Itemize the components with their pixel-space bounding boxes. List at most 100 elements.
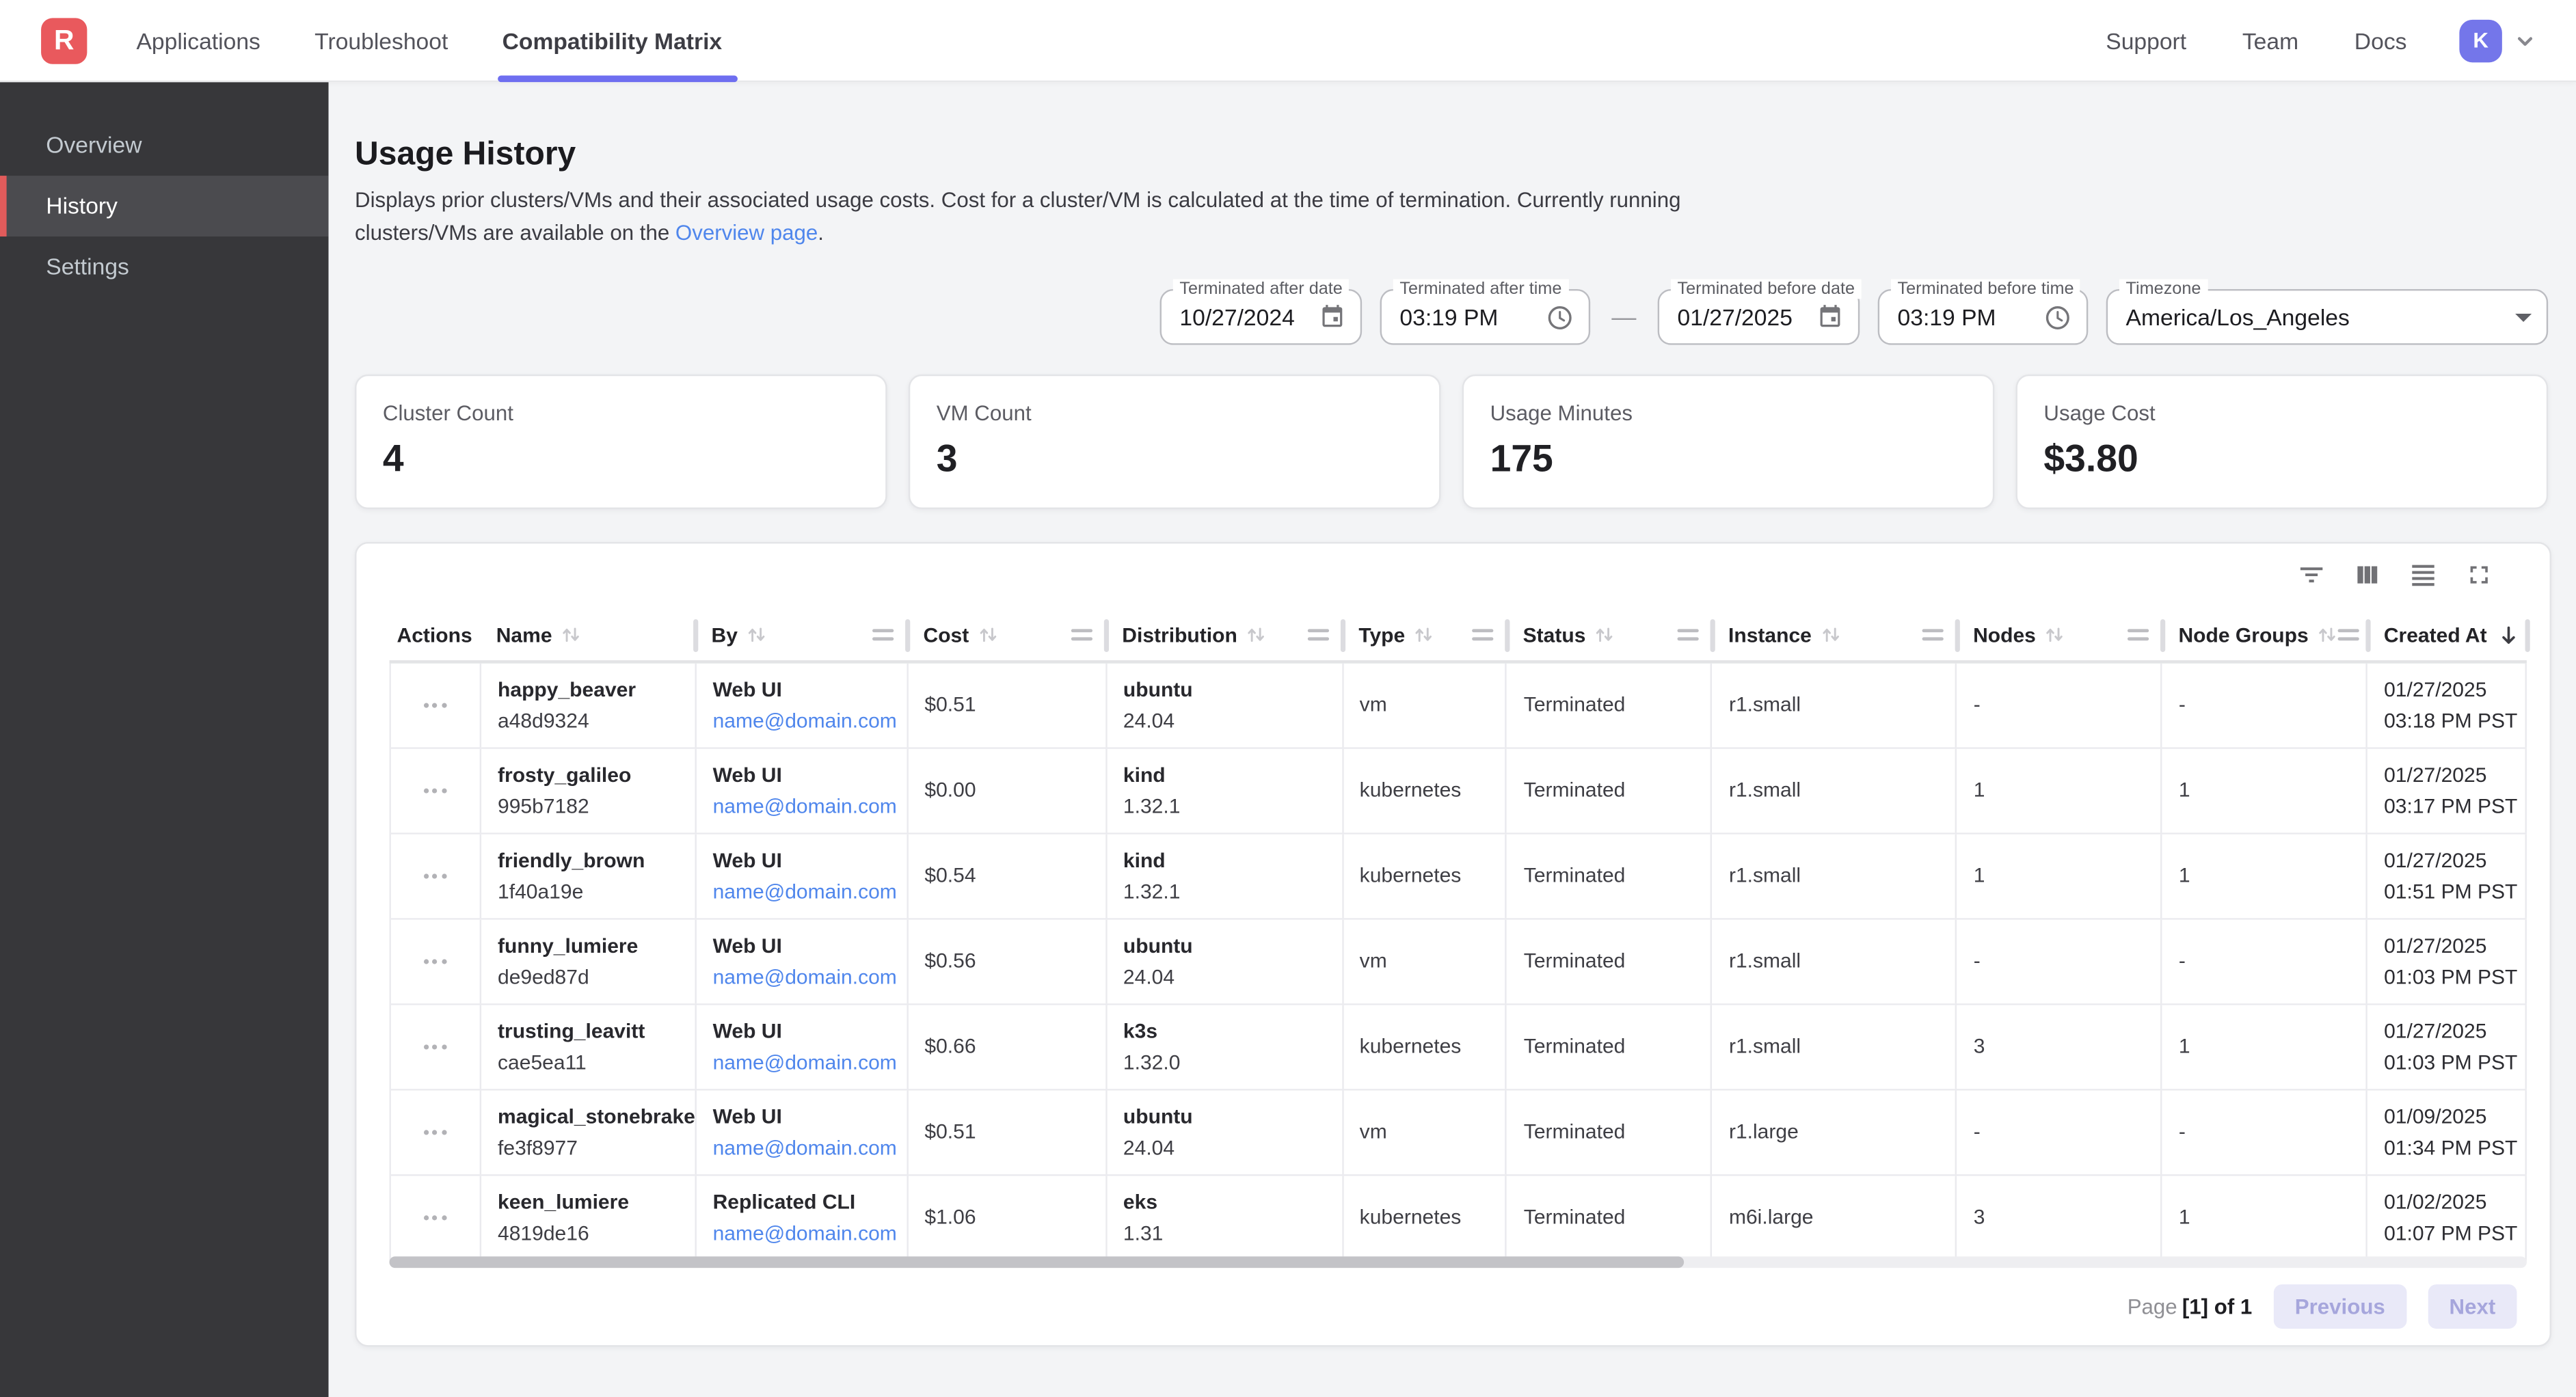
distribution-secondary: 24.04 (1123, 966, 1332, 988)
timezone-value[interactable]: America/Los_Angeles (2126, 304, 2350, 330)
previous-page-button[interactable]: Previous (2274, 1284, 2406, 1329)
terminated-after-date-value[interactable]: 10/27/2024 (1179, 304, 1294, 330)
column-header-nodes[interactable]: Nodes (1957, 610, 2162, 660)
timezone-select[interactable]: Timezone America/Los_Angeles (2106, 289, 2548, 345)
sort-icon[interactable] (746, 624, 767, 645)
email-link[interactable]: name@domain.com (713, 1052, 897, 1073)
column-header-created-at[interactable]: Created At (2367, 610, 2527, 660)
column-menu-icon[interactable] (872, 629, 894, 640)
created-at-secondary: 01:34 PM PST (2384, 1137, 2515, 1158)
sidebar-item-settings[interactable]: Settings (0, 236, 329, 297)
cell-cost: $0.56 (908, 920, 1107, 1004)
sidebar-item-overview[interactable]: Overview (0, 115, 329, 176)
sort-icon[interactable] (1413, 624, 1434, 645)
sort-icon[interactable] (977, 624, 998, 645)
terminated-after-date-field[interactable]: Terminated after date 10/27/2024 (1160, 289, 1363, 345)
row-actions-button[interactable] (416, 694, 455, 716)
row-actions-button[interactable] (416, 780, 455, 801)
column-menu-icon[interactable] (1071, 629, 1092, 640)
columns-icon[interactable] (2352, 560, 2382, 589)
replicated-logo[interactable]: R (41, 17, 87, 63)
page-indicator: Page[1] of 1 (2128, 1294, 2253, 1319)
row-actions-button[interactable] (416, 1122, 455, 1143)
email-link[interactable]: name@domain.com (713, 966, 897, 988)
calendar-icon[interactable] (1319, 304, 1345, 330)
column-menu-icon[interactable] (2128, 629, 2149, 640)
column-header-node-groups[interactable]: Node Groups (2162, 610, 2367, 660)
email-link[interactable]: name@domain.com (713, 1137, 897, 1158)
cell-nodes: 1 (1957, 749, 2162, 833)
terminated-before-date-value[interactable]: 01/27/2025 (1678, 304, 1793, 330)
column-menu-icon[interactable] (1472, 629, 1493, 640)
sidebar-item-history[interactable]: History (0, 176, 329, 236)
chevron-down-icon[interactable] (2512, 27, 2538, 53)
terminated-before-time-value[interactable]: 03:19 PM (1898, 304, 1996, 330)
type-value: kubernetes (1360, 1036, 1496, 1057)
column-menu-icon[interactable] (1922, 629, 1944, 640)
email-link[interactable]: name@domain.com (713, 1223, 897, 1244)
column-header-status[interactable]: Status (1507, 610, 1712, 660)
column-header-cost[interactable]: Cost (907, 610, 1105, 660)
clock-icon[interactable] (2043, 303, 2071, 331)
node-groups-value: 1 (2179, 1207, 2356, 1228)
distribution-primary: kind (1123, 765, 1332, 786)
cell-distribution: kind1.32.1 (1107, 835, 1343, 919)
email-link[interactable]: name@domain.com (713, 796, 897, 817)
email-link[interactable]: name@domain.com (713, 710, 897, 731)
column-header-name[interactable]: Name (480, 610, 695, 660)
nav-tab-compatibility-matrix[interactable]: Compatibility Matrix (502, 0, 723, 81)
row-actions-button[interactable] (416, 951, 455, 972)
terminated-before-date-field[interactable]: Terminated before date 01/27/2025 (1658, 289, 1860, 345)
filter-icon[interactable] (2296, 560, 2326, 589)
row-actions-button[interactable] (416, 865, 455, 886)
column-menu-icon[interactable] (1308, 629, 1329, 640)
nodes-value: - (1974, 951, 2151, 972)
name-secondary: fe3f8977 (498, 1137, 685, 1158)
nav-tab-label: Troubleshoot (314, 27, 448, 53)
nav-link-docs[interactable]: Docs (2354, 27, 2407, 53)
sort-icon[interactable] (1246, 624, 1267, 645)
column-header-distribution[interactable]: Distribution (1105, 610, 1342, 660)
field-label: Timezone (2119, 280, 2208, 299)
sort-icon[interactable] (1820, 624, 1841, 645)
nav-link-support[interactable]: Support (2106, 27, 2186, 53)
density-icon[interactable] (2409, 560, 2438, 589)
column-header-instance[interactable]: Instance (1712, 610, 1957, 660)
column-separator (2525, 619, 2530, 651)
sort-icon[interactable] (2044, 624, 2065, 645)
user-avatar[interactable]: K (2459, 19, 2501, 62)
horizontal-scrollbar-thumb[interactable] (390, 1256, 1685, 1268)
terminated-after-time-value[interactable]: 03:19 PM (1399, 304, 1498, 330)
dropdown-arrow-icon[interactable] (2515, 313, 2532, 321)
calendar-icon[interactable] (1817, 304, 1843, 330)
column-header-type[interactable]: Type (1342, 610, 1506, 660)
created-at-primary: 01/27/2025 (2384, 1021, 2515, 1042)
status-value: Terminated (1524, 780, 1701, 801)
name-primary: keen_lumiere (498, 1191, 685, 1212)
column-menu-icon[interactable] (1678, 629, 1699, 640)
sort-icon[interactable] (1594, 624, 1615, 645)
cell-nodes: 3 (1957, 1005, 2162, 1089)
terminated-after-time-field[interactable]: Terminated after time 03:19 PM (1380, 289, 1591, 345)
nav-tab-troubleshoot[interactable]: Troubleshoot (314, 0, 448, 81)
cell-by: Web UIname@domain.com (697, 1005, 909, 1089)
column-header-by[interactable]: By (695, 610, 907, 660)
nav-link-team[interactable]: Team (2242, 27, 2298, 53)
sort-desc-icon[interactable] (2497, 623, 2520, 647)
horizontal-scrollbar-track[interactable] (390, 1256, 2527, 1268)
next-page-button[interactable]: Next (2428, 1284, 2517, 1329)
row-actions-button[interactable] (416, 1207, 455, 1228)
clock-icon[interactable] (1546, 303, 1574, 331)
email-link[interactable]: name@domain.com (713, 881, 897, 902)
column-menu-icon[interactable] (2338, 629, 2359, 640)
fullscreen-icon[interactable] (2465, 560, 2494, 589)
sort-icon[interactable] (561, 624, 582, 645)
nav-tab-applications[interactable]: Applications (136, 0, 260, 81)
overview-page-link[interactable]: Overview page (675, 220, 818, 245)
sort-icon[interactable] (2317, 624, 2338, 645)
table-toolbar (2296, 560, 2493, 589)
node-groups-value: - (2179, 1122, 2356, 1143)
cell-created-at: 01/27/202503:18 PM PST (2367, 664, 2527, 748)
terminated-before-time-field[interactable]: Terminated before time 03:19 PM (1878, 289, 2089, 345)
row-actions-button[interactable] (416, 1036, 455, 1057)
